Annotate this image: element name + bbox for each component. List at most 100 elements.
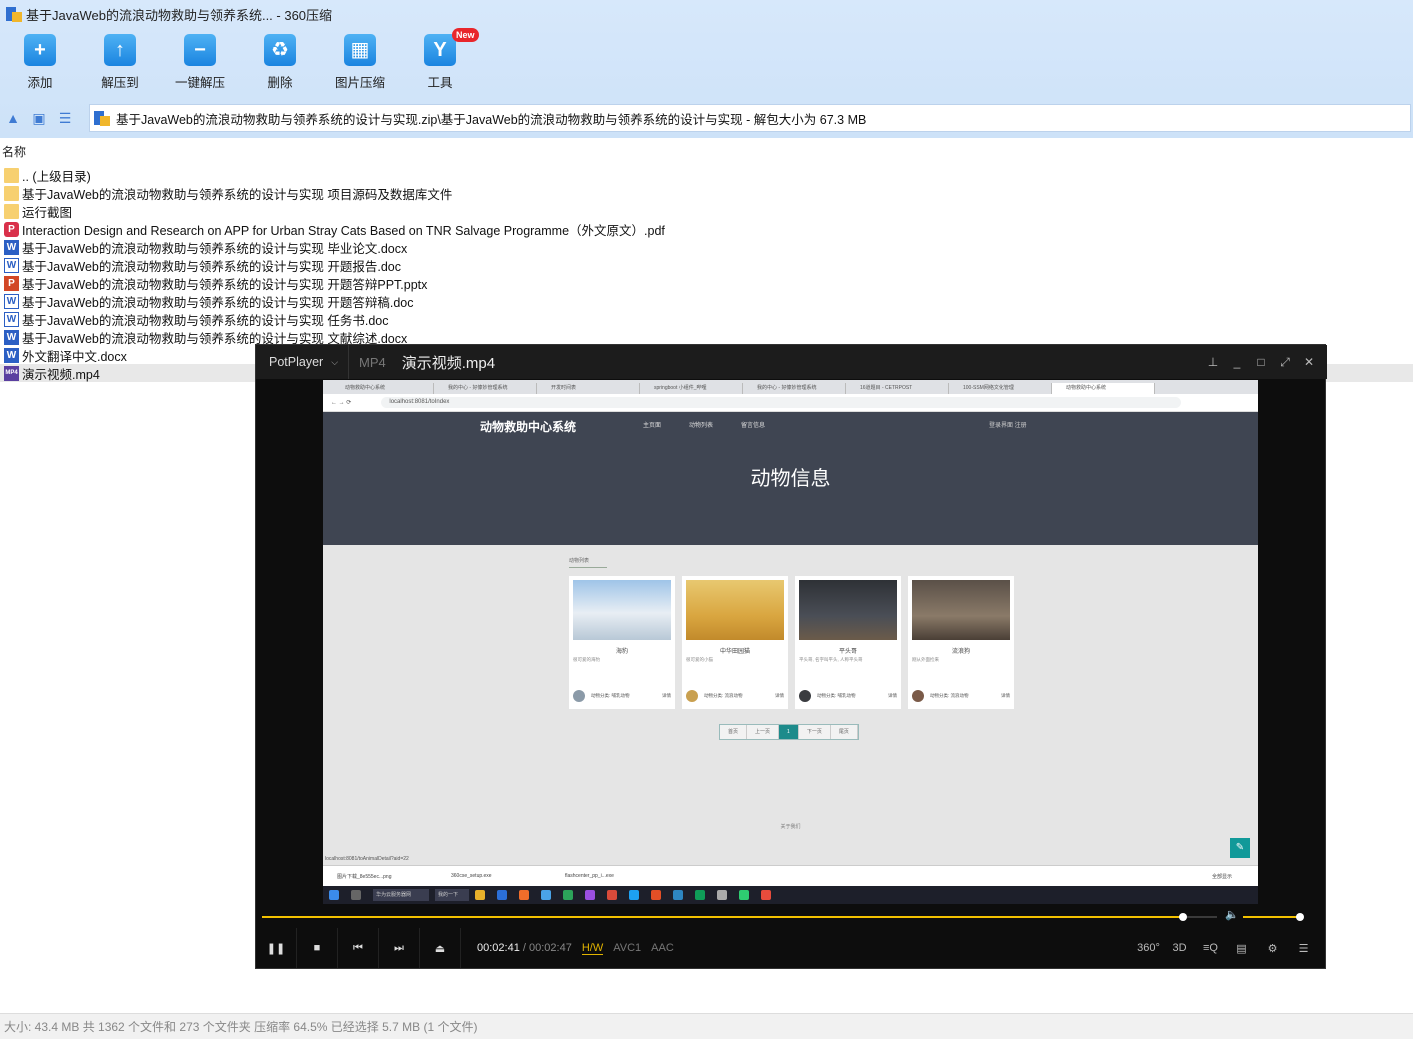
file-row[interactable]: W 基于JavaWeb的流浪动物救助与领养系统的设计与实现 毕业论文.docx <box>0 238 1413 256</box>
pause-icon[interactable]: ❚❚ <box>256 928 297 968</box>
file-row[interactable]: 运行截图 <box>0 202 1413 220</box>
app-icon <box>761 890 771 900</box>
folder-icon <box>4 203 19 219</box>
potplayer-window: PotPlayer ⌵ MP4 演示视频.mp4 ⊥ _ □ ⤢ ✕ 动物救助中… <box>255 344 1327 969</box>
video-browser-tab: 开发时间表 <box>537 383 640 394</box>
browser-nav-icon: ← → ⟳ <box>331 400 352 406</box>
video-frame[interactable]: 动物救助中心系统 我的中心 - 好慷妙管理系统 开发时间表 springboot 小组… <box>323 380 1258 904</box>
add-button[interactable]: + 添加 <box>0 34 80 94</box>
animal-name: 平头哥 <box>838 649 857 655</box>
minimize-icon[interactable]: _ <box>1225 355 1249 369</box>
settings-icon[interactable]: ⚙ <box>1257 942 1288 955</box>
taskbar-task: 我的一下 <box>435 889 469 901</box>
volume-icon[interactable]: 🔈 <box>1225 908 1239 921</box>
path-bar: ▲ ▣ ☰ 基于JavaWeb的流浪动物救助与领养系统的设计与实现.zip\基于… <box>0 100 1413 136</box>
animal-card-footer: 动物分类: 流浪动物 详情 <box>686 690 784 702</box>
animal-category: 动物分类: 流浪动物 <box>930 693 969 698</box>
playlist-icon[interactable]: ▤ <box>1226 942 1257 955</box>
delete-icon: ♻ <box>264 34 296 66</box>
status-bar: 大小: 43.4 MB 共 1362 个文件和 273 个文件夹 压缩率 64.… <box>0 1013 1413 1039</box>
seek-bar[interactable] <box>262 913 1217 921</box>
image-compress-button[interactable]: ▦ 图片压缩 <box>320 34 400 94</box>
file-row[interactable]: W 基于JavaWeb的流浪动物救助与领养系统的设计与实现 开题报告.doc <box>0 256 1413 274</box>
video-site-brand: 动物救助中心系统 <box>480 420 577 434</box>
file-name: 基于JavaWeb的流浪动物救助与领养系统的设计与实现 开题报告.doc <box>22 259 401 274</box>
animal-category: 动物分类: 哺乳动物 <box>591 693 630 698</box>
delete-button[interactable]: ♻ 删除 <box>240 34 320 94</box>
up-level-icon[interactable]: ▲ <box>0 105 26 131</box>
app-logo-icon <box>6 6 22 22</box>
video-browser-tab: 100-SSM网络文化管理 <box>949 383 1052 394</box>
video-pager-item: 尾页 <box>830 725 858 739</box>
avatar <box>686 690 698 702</box>
animal-name: 流浪狗 <box>951 649 970 655</box>
app-icon <box>651 890 661 900</box>
video-animal-card: 海豹 很可爱的海豹 动物分类: 哺乳动物 详情 <box>569 576 675 709</box>
word-file-icon: W <box>4 329 19 345</box>
file-row[interactable]: W 基于JavaWeb的流浪动物救助与领养系统的设计与实现 开题答辩稿.doc <box>0 292 1413 310</box>
file-row[interactable]: P Interaction Design and Research on APP … <box>0 220 1413 238</box>
next-icon[interactable]: ⏭ <box>379 928 420 968</box>
video-animal-card: 中华田园猫 很可爱的小猫 动物分类: 流浪动物 详情 <box>682 576 788 709</box>
potplayer-menu-button[interactable]: PotPlayer ⌵ <box>256 345 350 379</box>
maximize-icon[interactable]: □ <box>1249 355 1273 369</box>
video-card-grid: 海豹 很可爱的海豹 动物分类: 哺乳动物 详情 中华田园猫 很可爱的小猫 动物分类: 流浪动… <box>569 576 1021 709</box>
previous-icon[interactable]: ⏮ <box>338 928 379 968</box>
vr360-icon[interactable]: 360° <box>1133 942 1164 954</box>
video-pager: 首页 上一页 1 下一页 尾页 <box>719 724 859 740</box>
animal-photo <box>799 580 897 640</box>
video-site-body: 动物列表 海豹 很可爱的海豹 动物分类: 哺乳动物 详情 中华田园猫 很可爱的小猫 动物分类… <box>323 545 1258 865</box>
animal-card-footer: 动物分类: 流浪动物 详情 <box>912 690 1010 702</box>
hw-decode-indicator[interactable]: H/W <box>581 942 604 955</box>
file-name: 基于JavaWeb的流浪动物救助与领养系统的设计与实现 开题答辩稿.doc <box>22 295 414 310</box>
path-input[interactable]: 基于JavaWeb的流浪动物救助与领养系统的设计与实现.zip\基于JavaWe… <box>89 104 1411 132</box>
taskbar-task: 华为云服务器网 <box>373 889 429 901</box>
video-url: localhost:8081/toIndex <box>381 397 1182 408</box>
ribbon: 基于JavaWeb的流浪动物救助与领养系统... - 360压缩 + 添加 ↑ … <box>0 0 1413 138</box>
menu-icon[interactable]: ☰ <box>1288 942 1319 955</box>
close-icon[interactable]: ✕ <box>1297 355 1321 369</box>
file-row[interactable]: .. (上级目录) <box>0 166 1413 184</box>
animal-desc: 刚从外面捡来 <box>912 657 939 662</box>
animal-detail-link: 详情 <box>888 693 897 698</box>
animal-detail-link: 详情 <box>775 693 784 698</box>
media-file-name: 演示视频.mp4 <box>401 354 496 372</box>
column-header-name[interactable]: 名称 <box>0 143 1413 161</box>
add-label: 添加 <box>27 76 53 90</box>
audio-codec: AAC <box>651 942 674 954</box>
file-row[interactable]: 基于JavaWeb的流浪动物救助与领养系统的设计与实现 项目源码及数据库文件 <box>0 184 1413 202</box>
list-view-icon[interactable]: ☰ <box>52 105 78 131</box>
player-title-bar: PotPlayer ⌵ MP4 演示视频.mp4 ⊥ _ □ ⤢ ✕ <box>256 345 1327 379</box>
ppt-file-icon: P <box>4 275 19 291</box>
thumbnail-view-icon[interactable]: ▣ <box>26 105 52 131</box>
video-browser-tab: 我的中心 - 好慷妙管理系统 <box>743 383 846 394</box>
volume-handle[interactable] <box>1296 913 1304 921</box>
eject-icon[interactable]: ⏏ <box>420 928 461 968</box>
file-name: 基于JavaWeb的流浪动物救助与领养系统的设计与实现 项目源码及数据库文件 <box>22 187 453 202</box>
tools-button[interactable]: Y New 工具 <box>400 28 480 94</box>
seek-handle[interactable] <box>1178 913 1187 921</box>
avatar <box>799 690 811 702</box>
path-text: 基于JavaWeb的流浪动物救助与领养系统的设计与实现.zip\基于JavaWe… <box>116 112 867 127</box>
pdf-file-icon: P <box>4 221 19 237</box>
fullscreen-icon[interactable]: ⤢ <box>1273 355 1297 370</box>
video-auth-links: 登录界面 注册 <box>989 423 1027 429</box>
app-icon <box>563 890 573 900</box>
stop-icon[interactable]: ■ <box>297 928 338 968</box>
pin-icon[interactable]: ⊥ <box>1201 355 1225 369</box>
file-row[interactable]: P 基于JavaWeb的流浪动物救助与领养系统的设计与实现 开题答辩PPT.ppt… <box>0 274 1413 292</box>
current-time: 00:02:41 <box>477 942 520 954</box>
toolbar: + 添加 ↑ 解压到 − 一键解压 ♻ 删除 ▦ 图片压缩 Y New 工具 <box>0 28 480 94</box>
file-name: 基于JavaWeb的流浪动物救助与领养系统的设计与实现 任务书.doc <box>22 313 389 328</box>
search-icon <box>351 890 361 900</box>
video-pager-item: 1 <box>779 725 799 739</box>
delete-label: 删除 <box>267 76 293 90</box>
3d-icon[interactable]: 3D <box>1164 942 1195 954</box>
chapter-search-icon[interactable]: ≡Q <box>1195 942 1226 954</box>
file-row[interactable]: W 基于JavaWeb的流浪动物救助与领养系统的设计与实现 任务书.doc <box>0 310 1413 328</box>
word-file-icon: W <box>4 311 19 327</box>
file-name: 基于JavaWeb的流浪动物救助与领养系统的设计与实现 开题答辩PPT.pptx <box>22 277 428 292</box>
extract-to-button[interactable]: ↑ 解压到 <box>80 34 160 94</box>
one-click-extract-button[interactable]: − 一键解压 <box>160 34 240 94</box>
volume-slider[interactable] <box>1243 913 1304 921</box>
